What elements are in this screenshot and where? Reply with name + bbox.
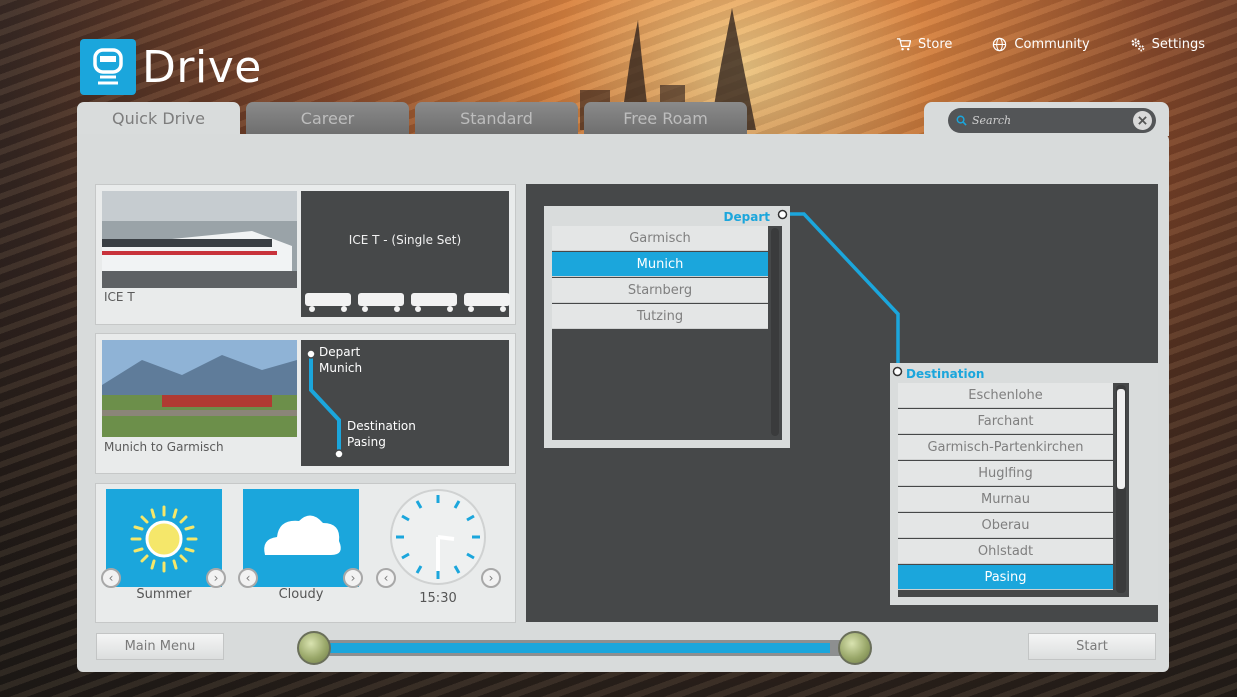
weather-tile[interactable] <box>243 489 359 587</box>
route-depart-info: Depart Munich <box>319 344 362 376</box>
rail-car-icon <box>411 293 457 312</box>
destination-item-ohlstadt[interactable]: Ohlstadt <box>898 539 1113 564</box>
destination-item-oberau[interactable]: Oberau <box>898 513 1113 538</box>
settings-link[interactable]: Settings <box>1130 37 1205 52</box>
route-name-caption: Munich to Garmisch <box>104 440 224 454</box>
depart-scrollbar[interactable] <box>771 228 779 436</box>
depart-list-panel: Depart Garmisch Munich Starnberg Tutzing <box>544 206 790 448</box>
depart-item-munich[interactable]: Munich <box>552 252 768 277</box>
mode-tabs: Quick Drive Career Standard Free Roam <box>77 102 747 135</box>
gears-icon <box>1131 38 1145 52</box>
settings-label: Settings <box>1151 37 1205 52</box>
route-thumbnail <box>102 340 297 437</box>
tab-standard[interactable]: Standard <box>415 102 578 135</box>
weather-label: Cloudy <box>278 587 324 602</box>
cart-icon <box>896 38 912 51</box>
train-thumbnail <box>102 191 297 288</box>
destination-label: Destination <box>347 419 416 433</box>
store-label: Store <box>918 37 953 52</box>
top-navigation: Store Community Settings <box>896 37 1205 52</box>
destination-list: Eschenlohe Farchant Garmisch-Partenkirch… <box>898 383 1129 597</box>
app-logo: Drive <box>80 39 262 95</box>
consist-cars <box>304 291 511 313</box>
route-destination-info: Destination Pasing <box>347 418 416 450</box>
destination-item-garmisch-partenkirchen[interactable]: Garmisch-Partenkirchen <box>898 435 1113 460</box>
consist-preview: ICE T - (Single Set) <box>301 191 511 317</box>
tab-quick-drive[interactable]: Quick Drive <box>77 102 240 135</box>
route-card[interactable]: Munich to Garmisch Depart Munich Destina… <box>95 333 516 474</box>
destination-item-farchant[interactable]: Farchant <box>898 409 1113 434</box>
depart-node-icon <box>777 209 788 220</box>
conditions-card: ‹ › Summer ‹ › Cloudy ‹ › 15:30 <box>95 483 516 623</box>
close-icon <box>1138 116 1147 125</box>
season-next-button[interactable]: › <box>206 568 226 588</box>
progress-track <box>317 640 857 656</box>
destination-list-title: Destination <box>906 367 985 381</box>
progress-fill <box>317 643 830 653</box>
app-title: Drive <box>142 41 262 93</box>
clear-search-button[interactable] <box>1133 111 1152 130</box>
destination-item-eschenlohe[interactable]: Eschenlohe <box>898 383 1113 408</box>
rail-car-icon <box>464 293 510 312</box>
cloud-icon <box>264 515 341 555</box>
search-icon <box>956 115 967 126</box>
community-link[interactable]: Community <box>992 37 1090 52</box>
weather-next-button[interactable]: › <box>343 568 363 588</box>
depart-list: Garmisch Munich Starnberg Tutzing <box>552 226 782 440</box>
start-button[interactable]: Start <box>1028 633 1156 660</box>
globe-icon <box>993 37 1007 52</box>
tab-career[interactable]: Career <box>246 102 409 135</box>
progress-end-knob[interactable] <box>838 631 872 665</box>
season-tile[interactable] <box>106 489 222 587</box>
destination-list-panel: Destination Eschenlohe Farchant Garmisch… <box>890 363 1158 605</box>
destination-item-pasing[interactable]: Pasing <box>898 565 1113 590</box>
main-menu-button[interactable]: Main Menu <box>96 633 224 660</box>
route-map-area: Depart Garmisch Munich Starnberg Tutzing… <box>526 184 1158 622</box>
search-box <box>948 108 1156 133</box>
destination-scrollbar[interactable] <box>1116 385 1126 593</box>
depart-item-garmisch[interactable]: Garmisch <box>552 226 768 251</box>
time-label: 15:30 <box>419 591 457 606</box>
tab-free-roam[interactable]: Free Roam <box>584 102 747 135</box>
depart-item-starnberg[interactable]: Starnberg <box>552 278 768 303</box>
depart-label: Depart <box>319 345 361 359</box>
search-input[interactable] <box>972 114 1122 127</box>
route-preview: Depart Munich Destination Pasing <box>301 340 509 466</box>
train-name-caption: ICE T <box>104 290 135 304</box>
store-link[interactable]: Store <box>896 37 952 52</box>
train-icon <box>80 39 136 95</box>
destination-station: Pasing <box>347 435 386 449</box>
time-next-button[interactable]: › <box>481 568 501 588</box>
rail-car-icon <box>305 293 351 312</box>
season-prev-button[interactable]: ‹ <box>101 568 121 588</box>
destination-item-huglfing[interactable]: Huglfing <box>898 461 1113 486</box>
depart-item-tutzing[interactable]: Tutzing <box>552 304 768 329</box>
season-label: Summer <box>136 587 192 602</box>
depart-list-title: Depart <box>723 210 770 224</box>
destination-item-murnau[interactable]: Murnau <box>898 487 1113 512</box>
weather-prev-button[interactable]: ‹ <box>238 568 258 588</box>
depart-station: Munich <box>319 361 363 375</box>
destination-scroll-thumb[interactable] <box>1117 389 1125 489</box>
time-prev-button[interactable]: ‹ <box>376 568 396 588</box>
rail-car-icon <box>358 293 404 312</box>
clock-icon[interactable] <box>388 487 488 587</box>
sun-icon <box>130 505 198 573</box>
consist-name: ICE T - (Single Set) <box>348 233 462 247</box>
community-label: Community <box>1014 37 1090 52</box>
progress-start-knob[interactable] <box>297 631 331 665</box>
train-card[interactable]: ICE T ICE T - (Single Set) <box>95 184 516 325</box>
destination-node-icon <box>892 366 903 377</box>
